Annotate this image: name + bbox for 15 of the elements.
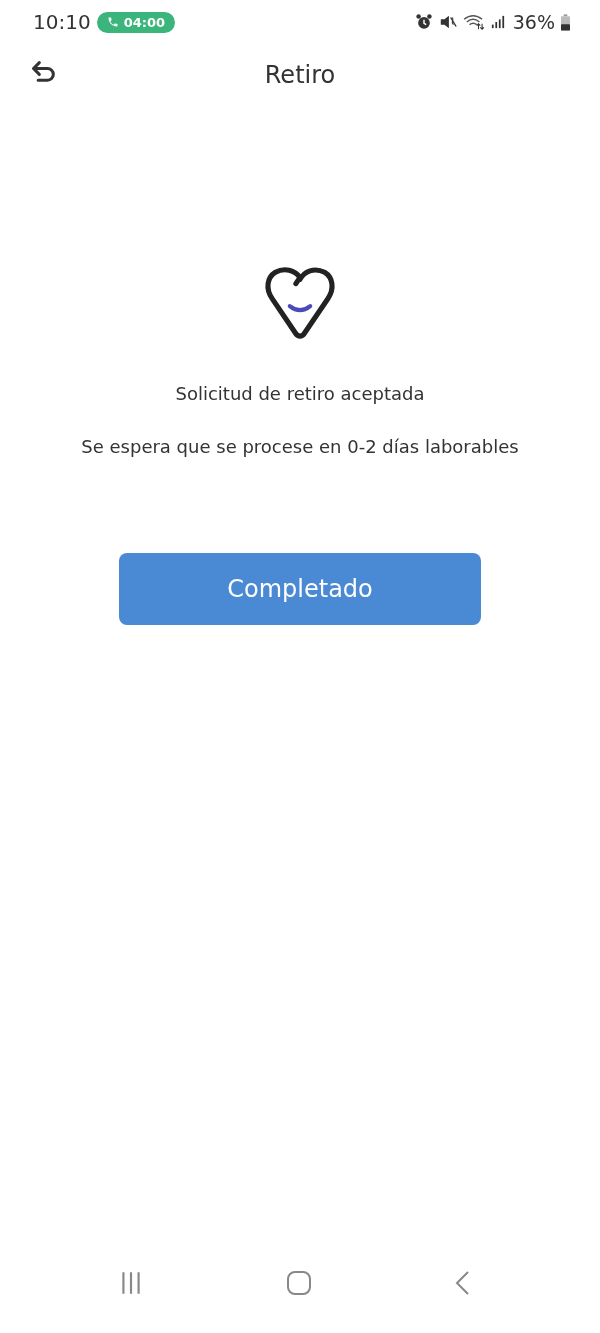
processing-note: Se espera que se procese en 0-2 días laborables — [81, 436, 519, 457]
status-time: 10:10 — [33, 10, 91, 34]
phone-icon — [106, 16, 119, 28]
signal-icon — [490, 14, 505, 30]
back-icon[interactable] — [454, 1270, 470, 1296]
status-message: Solicitud de retiro aceptada — [175, 383, 425, 404]
battery-icon — [561, 13, 570, 31]
page-title: Retiro — [264, 61, 336, 89]
mute-icon — [438, 13, 457, 31]
call-timer-badge: 04:00 — [96, 11, 176, 33]
home-icon[interactable] — [286, 1270, 312, 1296]
wifi-icon — [462, 13, 485, 31]
alarm-icon — [414, 13, 433, 31]
complete-button[interactable]: Completado — [119, 553, 481, 625]
battery-percent: 36% — [512, 11, 555, 33]
